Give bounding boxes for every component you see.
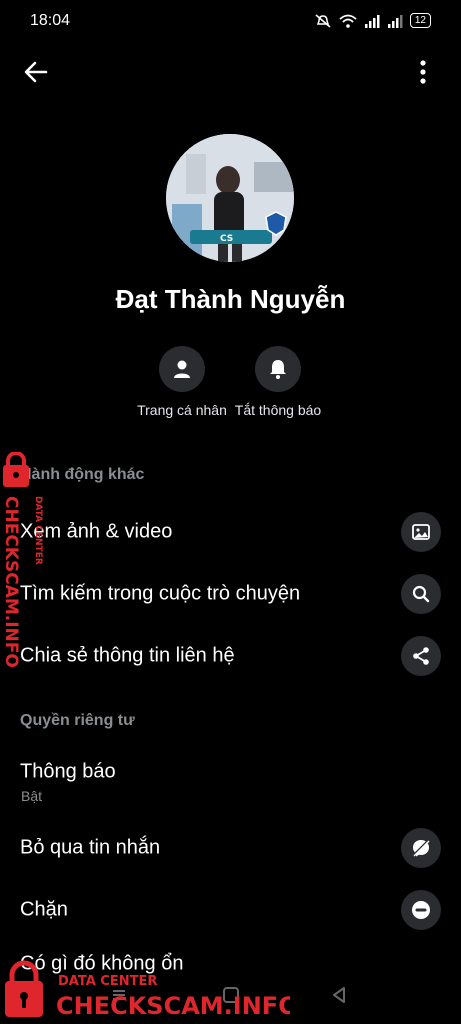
image-icon: [412, 524, 430, 540]
person-icon: [174, 360, 190, 378]
watermark-horizontal-top: DATA CENTER: [58, 974, 157, 989]
more-options-icon[interactable]: [415, 56, 431, 88]
back-arrow-icon[interactable]: [20, 56, 52, 88]
ignore-icon-button[interactable]: [401, 828, 441, 868]
watermark-horizontal: DATA CENTER CHECKSCAM.INFO: [5, 960, 290, 1020]
row-search-conversation[interactable]: Tìm kiếm trong cuộc trò chuyện: [0, 566, 461, 622]
avatar-image: CS: [166, 134, 294, 262]
notifications-status: Bật: [21, 788, 43, 804]
image-icon-button[interactable]: [401, 512, 441, 552]
search-icon-button[interactable]: [401, 574, 441, 614]
row-block-label: Chặn: [20, 898, 68, 921]
row-notifications[interactable]: Thông báo: [0, 752, 461, 792]
wifi-icon: [339, 14, 357, 28]
mute-action-label: Tắt thông báo: [234, 402, 322, 418]
row-ignore-messages[interactable]: Bỏ qua tin nhắn: [0, 820, 461, 876]
search-icon: [412, 585, 430, 603]
mute-icon: [315, 13, 331, 28]
block-icon-button[interactable]: [401, 890, 441, 930]
row-search-label: Tìm kiếm trong cuộc trò chuyện: [20, 582, 301, 605]
nav-back-icon[interactable]: [330, 986, 348, 1004]
block-icon: [412, 901, 430, 919]
row-view-media[interactable]: Xem ảnh & video: [0, 504, 461, 560]
watermark-vertical-top: DATA CENTER: [33, 496, 43, 565]
status-bar: 18:04 12: [0, 0, 461, 44]
mute-action[interactable]: Tắt thông báo: [218, 346, 338, 418]
ignore-icon: [412, 839, 430, 857]
svg-text:CS: CS: [220, 234, 233, 244]
profile-avatar[interactable]: CS: [166, 134, 294, 262]
bell-icon-button[interactable]: [255, 346, 301, 392]
signal-icon: [364, 14, 380, 28]
row-ignore-label: Bỏ qua tin nhắn: [20, 836, 161, 859]
row-notifications-label: Thông báo: [20, 760, 116, 783]
row-block[interactable]: Chặn: [0, 882, 461, 938]
watermark-vertical-main: CHECKSCAM.INFO: [1, 496, 21, 668]
top-bar: [0, 48, 461, 96]
person-icon-button[interactable]: [159, 346, 205, 392]
status-icons: 12: [314, 13, 431, 28]
watermark-horizontal-main: CHECKSCAM.INFO: [56, 992, 290, 1020]
signal-icon-2: [387, 14, 403, 28]
bell-icon: [270, 360, 286, 379]
profile-name: Đạt Thành Nguyễn: [115, 284, 346, 314]
row-share-contact[interactable]: Chia sẻ thông tin liên hệ: [0, 628, 461, 684]
status-time: 18:04: [30, 12, 71, 29]
share-icon-button[interactable]: [401, 636, 441, 676]
share-icon: [413, 647, 429, 665]
row-share-label: Chia sẻ thông tin liên hệ: [20, 644, 235, 667]
battery-indicator: 12: [409, 13, 431, 28]
watermark-vertical: DATA CENTER CHECKSCAM.INFO: [1, 452, 43, 668]
section-privacy: Quyền riêng tư: [20, 712, 135, 729]
